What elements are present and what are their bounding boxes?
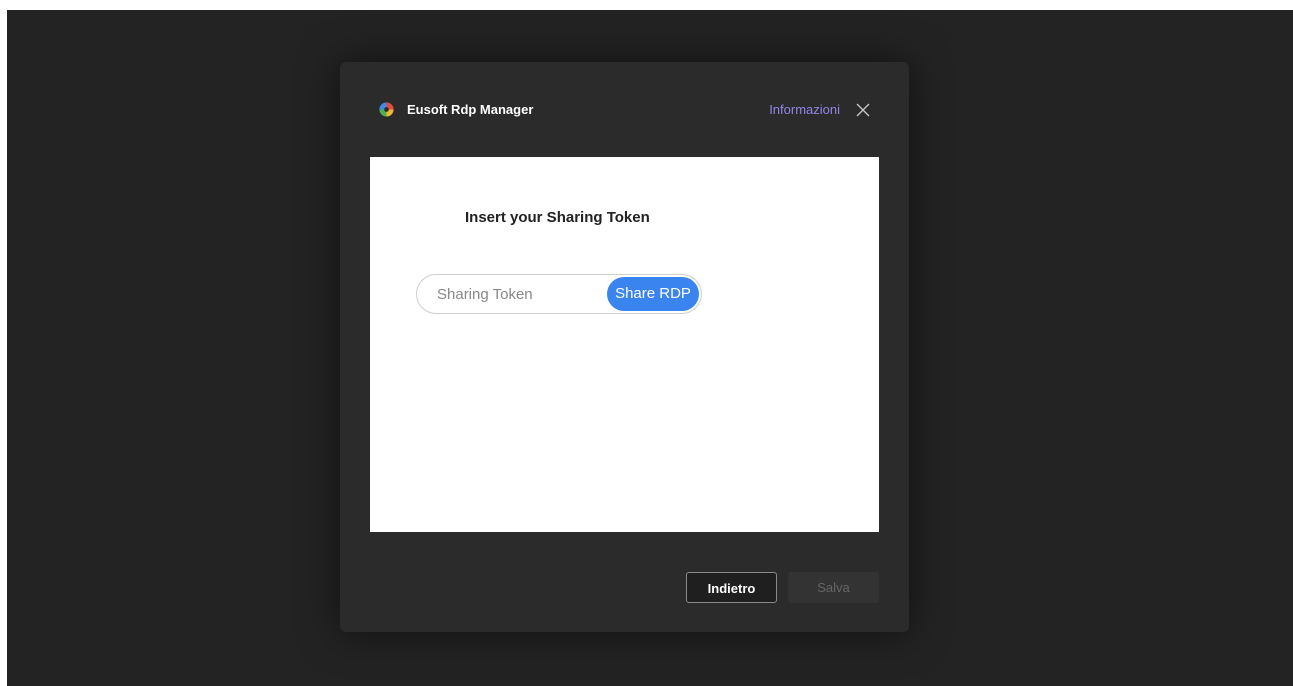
page-title: Insert your Sharing Token <box>465 209 650 226</box>
dialog-titlebar: Eusoft Rdp Manager Informazioni <box>340 62 909 157</box>
share-rdp-button[interactable]: Share RDP <box>607 277 699 311</box>
info-link[interactable]: Informazioni <box>769 102 840 118</box>
close-icon[interactable] <box>853 100 873 120</box>
app-title: Eusoft Rdp Manager <box>407 102 534 117</box>
eusoft-logo-icon <box>379 102 394 117</box>
back-button[interactable]: Indietro <box>686 572 777 603</box>
save-button[interactable]: Salva <box>788 572 879 603</box>
share-rdp-dialog: Eusoft Rdp Manager Informazioni Insert y… <box>340 62 909 632</box>
sharing-token-input[interactable] <box>418 276 608 312</box>
token-input-group: Share RDP <box>416 274 702 314</box>
content-panel: Insert your Sharing Token Share RDP <box>370 157 879 532</box>
